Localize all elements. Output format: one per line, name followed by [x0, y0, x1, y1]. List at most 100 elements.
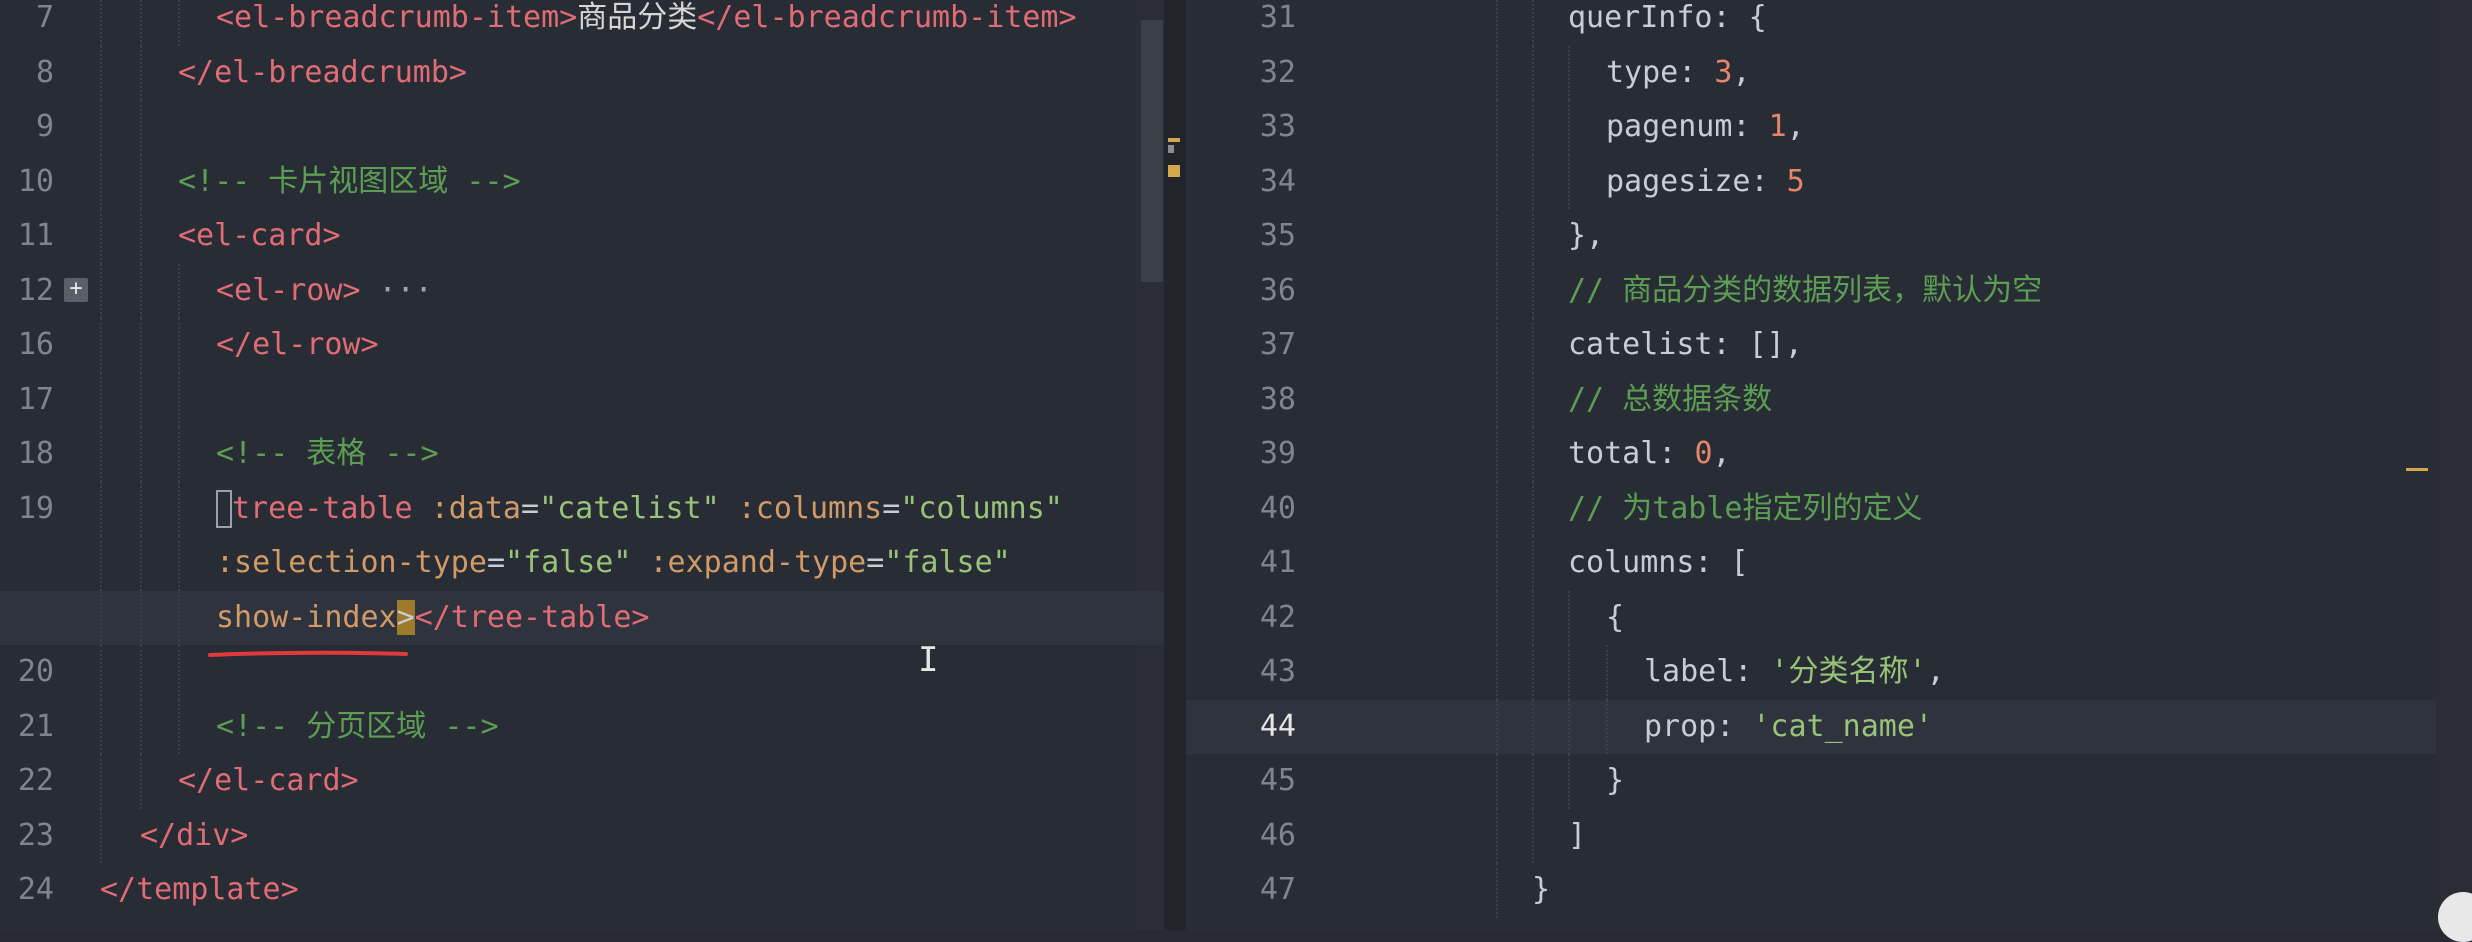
- code-text[interactable]: </div>: [140, 809, 248, 864]
- code-text[interactable]: <el-breadcrumb-item>商品分类</el-breadcrumb-…: [216, 0, 1077, 46]
- code-text[interactable]: <!-- 分页区域 -->: [216, 700, 499, 755]
- right-vertical-scrollbar[interactable]: [2436, 0, 2472, 930]
- code-text[interactable]: <el-row> ···: [216, 264, 433, 319]
- right-code-line[interactable]: 38 // 总数据条数: [1186, 372, 2472, 428]
- right-code-line[interactable]: 43 label: '分类名称',: [1186, 645, 2472, 700]
- code-text[interactable]: tree-table :data="catelist" :columns="co…: [216, 482, 1063, 537]
- left-code-line[interactable]: 16 </el-row>: [0, 318, 1186, 373]
- right-code-line[interactable]: 37 catelist: [],: [1186, 318, 2472, 373]
- indent-guide: [100, 699, 102, 754]
- left-code-line[interactable]: 20: [0, 645, 1186, 700]
- left-code-line[interactable]: 12 + <el-row> ···: [0, 263, 1186, 319]
- indent-guide: [1568, 45, 1570, 100]
- indent-guide: [1568, 590, 1570, 645]
- code-text[interactable]: // 为table指定列的定义: [1568, 482, 1923, 537]
- right-code-line[interactable]: 40 // 为table指定列的定义: [1186, 481, 2472, 537]
- token-key: }: [1606, 763, 1625, 798]
- indent-guide: [100, 808, 102, 863]
- indent-guide: [100, 100, 102, 155]
- token-punct: =: [486, 545, 505, 580]
- code-text[interactable]: <!-- 表格 -->: [216, 427, 439, 482]
- line-number: 43: [1259, 654, 1296, 689]
- line-number: 24: [17, 872, 54, 907]
- text-cursor-icon: I: [918, 640, 939, 680]
- indent-guide: [140, 536, 142, 591]
- code-text[interactable]: <el-card>: [178, 209, 341, 264]
- token-comment: <!-- 分页区域 -->: [216, 708, 499, 744]
- line-number: 16: [17, 327, 54, 362]
- code-text[interactable]: // 商品分类的数据列表，默认为空: [1568, 264, 2042, 319]
- left-code-line[interactable]: 10 <!-- 卡片视图区域 -->: [0, 154, 1186, 210]
- code-text[interactable]: total: 0,: [1568, 427, 1731, 482]
- left-code-line[interactable]: 19 tree-table :data="catelist" :columns="…: [0, 481, 1186, 537]
- fold-expand-icon[interactable]: +: [64, 277, 88, 302]
- left-code-line[interactable]: 8 </el-breadcrumb>: [0, 45, 1186, 101]
- right-editor-pane[interactable]: 31 querInfo: {32 type: 3, 33 pagenum: 1, 34 pa…: [1186, 0, 2472, 930]
- right-code-line[interactable]: 31 querInfo: {: [1186, 0, 2472, 46]
- left-code-line[interactable]: 7 <el-breadcrumb-item>商品分类</el-breadcrumb…: [0, 0, 1186, 46]
- code-text[interactable]: },: [1568, 209, 1604, 264]
- left-code-line[interactable]: 22 </el-card>: [0, 754, 1186, 809]
- code-text[interactable]: {: [1606, 591, 1624, 646]
- code-text[interactable]: pagenum: 1,: [1606, 100, 1805, 155]
- token-tag: </tree-table>: [414, 599, 650, 635]
- left-code-line[interactable]: 21 <!-- 分页区域 -->: [0, 699, 1186, 755]
- left-code-line[interactable]: 17: [0, 372, 1186, 427]
- right-code-line[interactable]: 44 prop: 'cat_name': [1186, 699, 2472, 755]
- indent-guide: [1532, 154, 1534, 209]
- code-text[interactable]: <!-- 卡片视图区域 -->: [178, 155, 521, 210]
- code-text[interactable]: querInfo: {: [1568, 0, 1767, 46]
- code-text[interactable]: pagesize: 5: [1606, 155, 1805, 210]
- left-code-line[interactable]: show-index></tree-table>: [0, 590, 1186, 646]
- code-text[interactable]: type: 3,: [1606, 46, 1751, 101]
- right-code-line[interactable]: 33 pagenum: 1,: [1186, 100, 2472, 155]
- right-code-line[interactable]: 32 type: 3,: [1186, 45, 2472, 101]
- right-code-line[interactable]: 39 total: 0,: [1186, 427, 2472, 482]
- code-text[interactable]: prop: 'cat_name': [1644, 700, 1933, 755]
- indent-guide: [1496, 590, 1498, 645]
- indent-guide: [178, 590, 180, 645]
- token-key: prop:: [1644, 708, 1753, 744]
- indent-guide: [1496, 372, 1498, 427]
- code-text[interactable]: </el-card>: [178, 754, 359, 809]
- left-code-line[interactable]: :selection-type="false" :expand-type="fa…: [0, 536, 1186, 591]
- left-code-line[interactable]: 11 <el-card>: [0, 209, 1186, 264]
- right-code-line[interactable]: 47}: [1186, 863, 2472, 918]
- left-code-line[interactable]: 9: [0, 100, 1186, 155]
- code-text[interactable]: :selection-type="false" :expand-type="fa…: [216, 536, 1011, 591]
- right-code-line[interactable]: 36 // 商品分类的数据列表，默认为空: [1186, 263, 2472, 319]
- token-tag: tree-table: [232, 490, 431, 526]
- left-code-line[interactable]: 24 </template>: [0, 863, 1186, 918]
- code-text[interactable]: ]: [1568, 809, 1586, 864]
- left-code-line[interactable]: 18 <!-- 表格 -->: [0, 427, 1186, 482]
- token-punct: =: [866, 545, 885, 580]
- indent-guide: [1496, 754, 1498, 809]
- code-text[interactable]: }: [1532, 863, 1550, 918]
- line-number: 22: [17, 763, 54, 798]
- token-tag: </el-card>: [178, 763, 359, 798]
- left-editor-pane[interactable]: 7 <el-breadcrumb-item>商品分类</el-breadcrumb…: [0, 0, 1186, 930]
- code-text[interactable]: // 总数据条数: [1568, 373, 1772, 428]
- code-text[interactable]: </el-row>: [216, 318, 379, 373]
- right-code-line[interactable]: 41 columns: [: [1186, 536, 2472, 591]
- code-text[interactable]: }: [1606, 754, 1624, 809]
- indent-guide: [100, 318, 102, 373]
- right-code-line[interactable]: 34 pagesize: 5: [1186, 154, 2472, 210]
- code-text[interactable]: show-index></tree-table>: [216, 591, 650, 646]
- right-code-line[interactable]: 46]: [1186, 808, 2472, 864]
- right-code-line[interactable]: 35},: [1186, 209, 2472, 264]
- code-text[interactable]: </el-breadcrumb>: [178, 46, 467, 101]
- indent-guide: [1532, 100, 1534, 155]
- indent-guide: [1532, 372, 1534, 427]
- token-text: 商品分类: [577, 0, 698, 35]
- code-text[interactable]: </template>: [100, 863, 299, 918]
- right-code-line[interactable]: 45}: [1186, 754, 2472, 809]
- code-text[interactable]: catelist: [],: [1568, 318, 1803, 373]
- right-code-line[interactable]: 42 {: [1186, 590, 2472, 646]
- indent-guide: [140, 100, 142, 155]
- token-key: querInfo: {: [1568, 0, 1767, 35]
- indent-guide: [100, 154, 102, 209]
- left-code-line[interactable]: 23 </div>: [0, 808, 1186, 864]
- code-text[interactable]: columns: [: [1568, 536, 1749, 591]
- code-text[interactable]: label: '分类名称',: [1644, 645, 1945, 700]
